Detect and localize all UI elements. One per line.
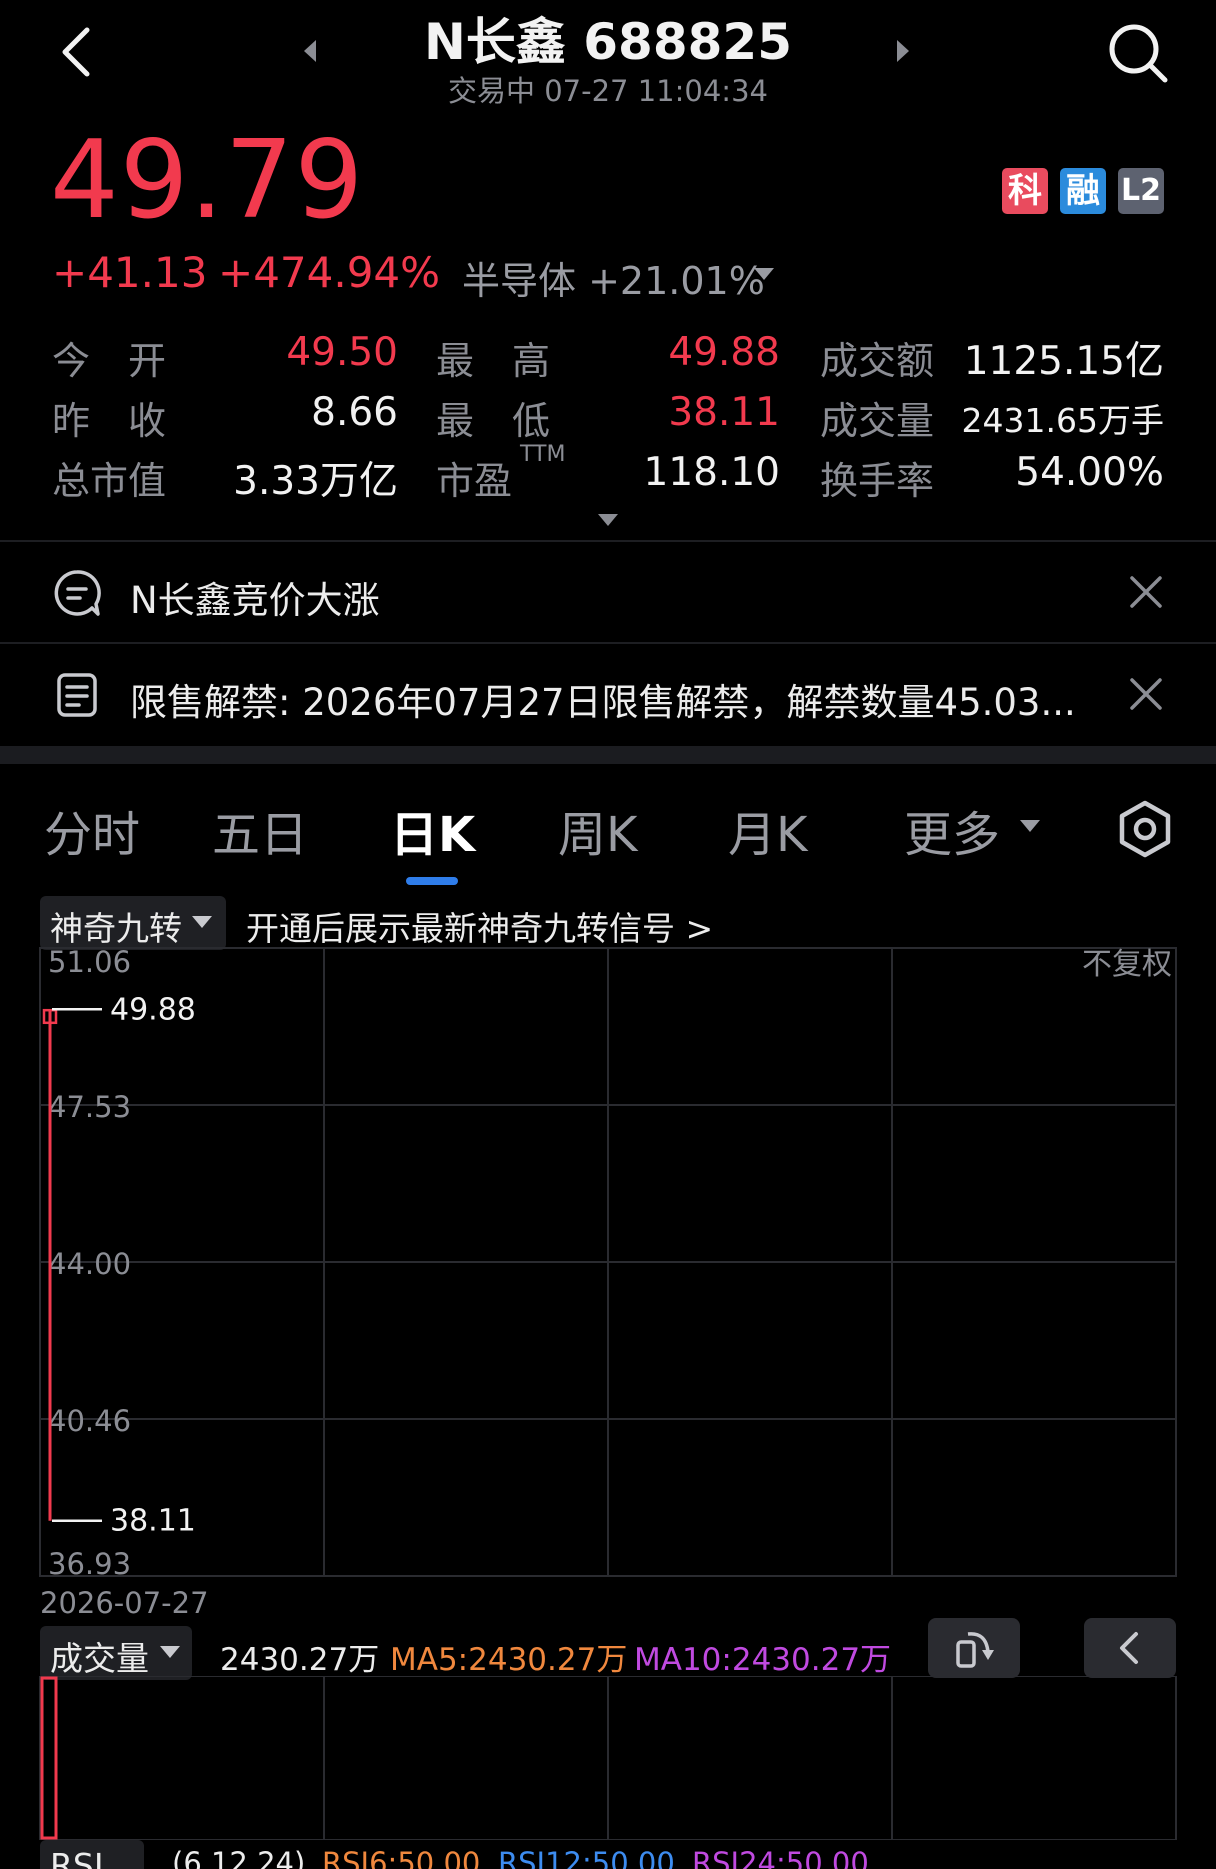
news-item[interactable]: N长鑫竞价大涨 (0, 542, 1216, 642)
price-tick-label: 51.06 (48, 945, 131, 979)
chevron-down-icon[interactable] (752, 266, 776, 282)
high-value: 49.88 (668, 330, 780, 375)
back-icon[interactable] (55, 22, 105, 82)
market-cap-value: 3.33万亿 (233, 459, 398, 504)
level2-badge[interactable]: L2 (1118, 168, 1164, 214)
prev-close-label: 昨 收 (52, 399, 167, 443)
turnover-rate-label: 换手率 (820, 459, 935, 503)
kline-chart[interactable]: 51.06 47.53 44.00 40.46 36.93 49.88 38.11 不复权… (0, 940, 1216, 1600)
tab-weekly-k[interactable]: 周K (558, 795, 637, 865)
tab-intraday[interactable]: 分时 (44, 795, 140, 865)
rsi6-value: RSI6:50.00 (322, 1846, 481, 1869)
date-axis-label: 2026-07-27 (40, 1586, 209, 1620)
tab-monthly-k[interactable]: 月K (728, 795, 807, 865)
rsi24-value: RSI24:50.00 (692, 1846, 869, 1869)
market-cap-label: 总市值 (52, 459, 167, 503)
volume-value: 2430.27万 (220, 1642, 380, 1678)
chevron-down-icon (160, 1646, 180, 1658)
low-label: 最 低 (436, 399, 551, 443)
price-change: +41.13 (52, 248, 208, 297)
tab-daily-k[interactable]: 日K (390, 795, 475, 865)
trading-status: 交易中 07-27 11:04:34 (448, 74, 768, 108)
price-tick-label: 44.00 (48, 1247, 131, 1281)
volume-dropdown[interactable]: 成交量 (40, 1626, 192, 1680)
low-price-label: 38.11 (110, 1504, 196, 1539)
volume-bar (40, 1676, 58, 1840)
price-tick-label: 36.93 (48, 1547, 131, 1581)
high-label: 最 高 (436, 339, 551, 383)
chevron-down-icon (192, 916, 212, 928)
star-market-badge[interactable]: 科 (1002, 168, 1048, 214)
volume-indicator-name: 成交量 (50, 1639, 149, 1678)
volume-ma10: MA10:2430.27万 (634, 1642, 892, 1678)
settings-icon[interactable] (1116, 800, 1174, 858)
rsi12-value: RSI12:50.00 (498, 1846, 675, 1869)
pe-value: 118.10 (643, 450, 780, 495)
stock-title: N长鑫 688825 (424, 13, 792, 71)
tab-more[interactable]: 更多 (904, 795, 1000, 865)
margin-badge[interactable]: 融 (1060, 168, 1106, 214)
price-tick-label: 40.46 (48, 1404, 131, 1438)
rotate-screen-button[interactable] (928, 1618, 1020, 1678)
adjust-mode-label[interactable]: 不复权 (1082, 947, 1172, 982)
price-axis: 51.06 47.53 44.00 40.46 36.93 (48, 945, 131, 1581)
turnover-amount-label: 成交额 (820, 339, 935, 383)
expand-stats-icon[interactable] (596, 512, 620, 528)
turnover-rate-value: 54.00% (1015, 450, 1164, 495)
tab-five-day[interactable]: 五日 (212, 795, 308, 865)
prev-stock-icon[interactable] (300, 38, 320, 64)
chevron-down-icon[interactable] (1018, 818, 1042, 834)
volume-grid (39, 1676, 1177, 1840)
rsi-indicator-name: RSI (50, 1846, 104, 1869)
active-tab-indicator (406, 877, 458, 885)
next-stock-icon[interactable] (893, 38, 913, 64)
current-price: 49.79 (50, 118, 365, 243)
section-separator (0, 746, 1216, 764)
close-icon[interactable] (1128, 574, 1164, 610)
high-price-label: 49.88 (110, 992, 196, 1027)
close-icon[interactable] (1128, 676, 1164, 712)
low-value: 38.11 (668, 390, 780, 435)
news-item[interactable]: 限售解禁: 2026年07月27日限售解禁，解禁数量45.03... (0, 644, 1216, 744)
pe-label: 市盈 (436, 459, 513, 503)
price-tick-label: 47.53 (48, 1090, 131, 1124)
news-headline: N长鑫竞价大涨 (130, 579, 380, 622)
volume-ma5: MA5:2430.27万 (390, 1642, 628, 1678)
pe-ttm-sup: TTM (520, 442, 566, 467)
rotate-icon (956, 1632, 994, 1668)
collapse-panel-button[interactable] (1084, 1618, 1176, 1678)
volume-label: 成交量 (820, 399, 935, 443)
chart-grid (39, 947, 1177, 1577)
rsi-params: (6,12,24) (172, 1846, 306, 1869)
volume-value: 2431.65万手 (961, 401, 1164, 440)
comment-icon (54, 570, 101, 616)
rsi-dropdown[interactable]: RSI (40, 1840, 144, 1869)
search-icon[interactable] (1105, 20, 1170, 85)
prev-close-value: 8.66 (311, 390, 398, 435)
document-icon (57, 673, 97, 717)
sector-change[interactable]: 半导体 +21.01% (462, 250, 765, 305)
price-change-pct: +474.94% (218, 248, 441, 297)
chevron-left-icon (1120, 1632, 1138, 1664)
turnover-amount-value: 1125.15亿 (963, 339, 1164, 384)
open-value: 49.50 (286, 330, 398, 375)
open-label: 今 开 (52, 339, 167, 383)
news-headline: 限售解禁: 2026年07月27日限售解禁，解禁数量45.03... (130, 681, 1076, 724)
volume-chart[interactable] (0, 1676, 1216, 1840)
